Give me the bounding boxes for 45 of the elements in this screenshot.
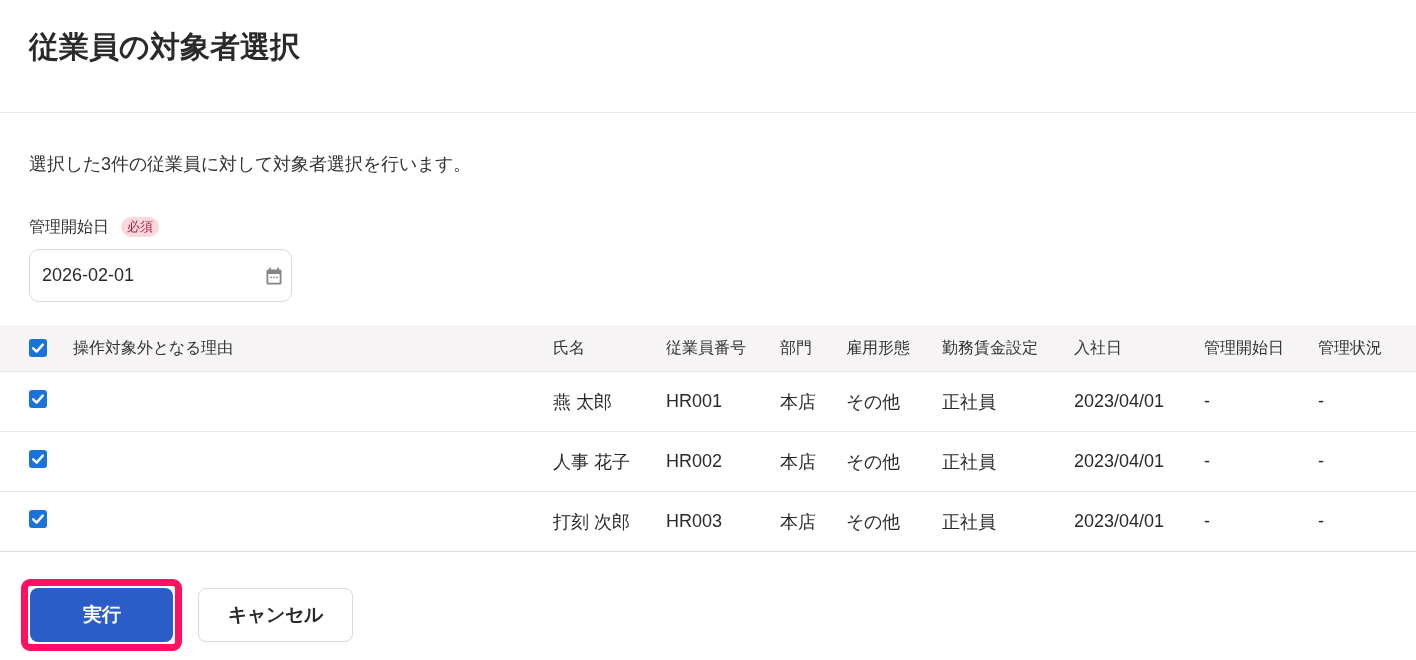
column-header: 氏名 — [553, 337, 586, 358]
column-header: 入社日 — [1074, 337, 1123, 358]
table-cell-text: 正社員 — [942, 510, 997, 534]
checkbox[interactable] — [29, 390, 47, 408]
description-text: 選択した3件の従業員に対して対象者選択を行います。 — [29, 153, 472, 176]
table-cell-text: その他 — [846, 450, 901, 474]
checkbox[interactable] — [29, 339, 47, 357]
table-cell-text: - — [1318, 451, 1325, 472]
column-header: 部門 — [780, 337, 813, 358]
column-header: 管理開始日 — [1204, 337, 1285, 358]
column-header: 勤務賃金設定 — [942, 337, 1039, 358]
table-cell-text: 正社員 — [942, 450, 997, 474]
table-cell-text: - — [1204, 511, 1211, 532]
table-cell-text: 人事 花子 — [553, 450, 631, 474]
table-cell-text: その他 — [846, 390, 901, 414]
table-cell-text: HR002 — [666, 451, 724, 472]
table-cell-text: - — [1204, 451, 1211, 472]
column-header: 従業員番号 — [666, 337, 747, 358]
table-cell-text: 本店 — [780, 510, 817, 534]
checkbox[interactable] — [29, 510, 47, 528]
table-cell-text: 2023/04/01 — [1074, 451, 1166, 472]
field-label: 管理開始日 — [29, 216, 109, 237]
table-cell-text: - — [1318, 511, 1325, 532]
table-cell-text: 打刻 次郎 — [553, 510, 631, 534]
table-cell-text: 2023/04/01 — [1074, 391, 1166, 412]
column-header: 操作対象外となる理由 — [73, 337, 234, 358]
table-cell-text: 正社員 — [942, 390, 997, 414]
checkbox[interactable] — [29, 450, 47, 468]
execute-button[interactable]: 実行 — [30, 588, 173, 642]
table-cell-text: 2023/04/01 — [1074, 511, 1166, 532]
column-header: 雇用形態 — [846, 337, 911, 358]
cancel-button[interactable]: キャンセル — [198, 588, 353, 642]
column-header: 管理状況 — [1318, 337, 1383, 358]
table-cell-text: 燕 太郎 — [553, 390, 613, 414]
page-title: 従業員の対象者選択 — [29, 29, 301, 65]
table-cell-text: その他 — [846, 510, 901, 534]
table-cell-text: HR001 — [666, 391, 724, 412]
table-cell-text: 本店 — [780, 390, 817, 414]
required-badge: 必須 — [121, 217, 159, 237]
table-cell-text: 本店 — [780, 450, 817, 474]
date-field[interactable]: 2026-02-01 — [29, 249, 292, 302]
table-cell-text: - — [1318, 391, 1325, 412]
table-cell-text: - — [1204, 391, 1211, 412]
table-cell-text: HR003 — [666, 511, 724, 532]
calendar-icon[interactable] — [265, 266, 283, 285]
